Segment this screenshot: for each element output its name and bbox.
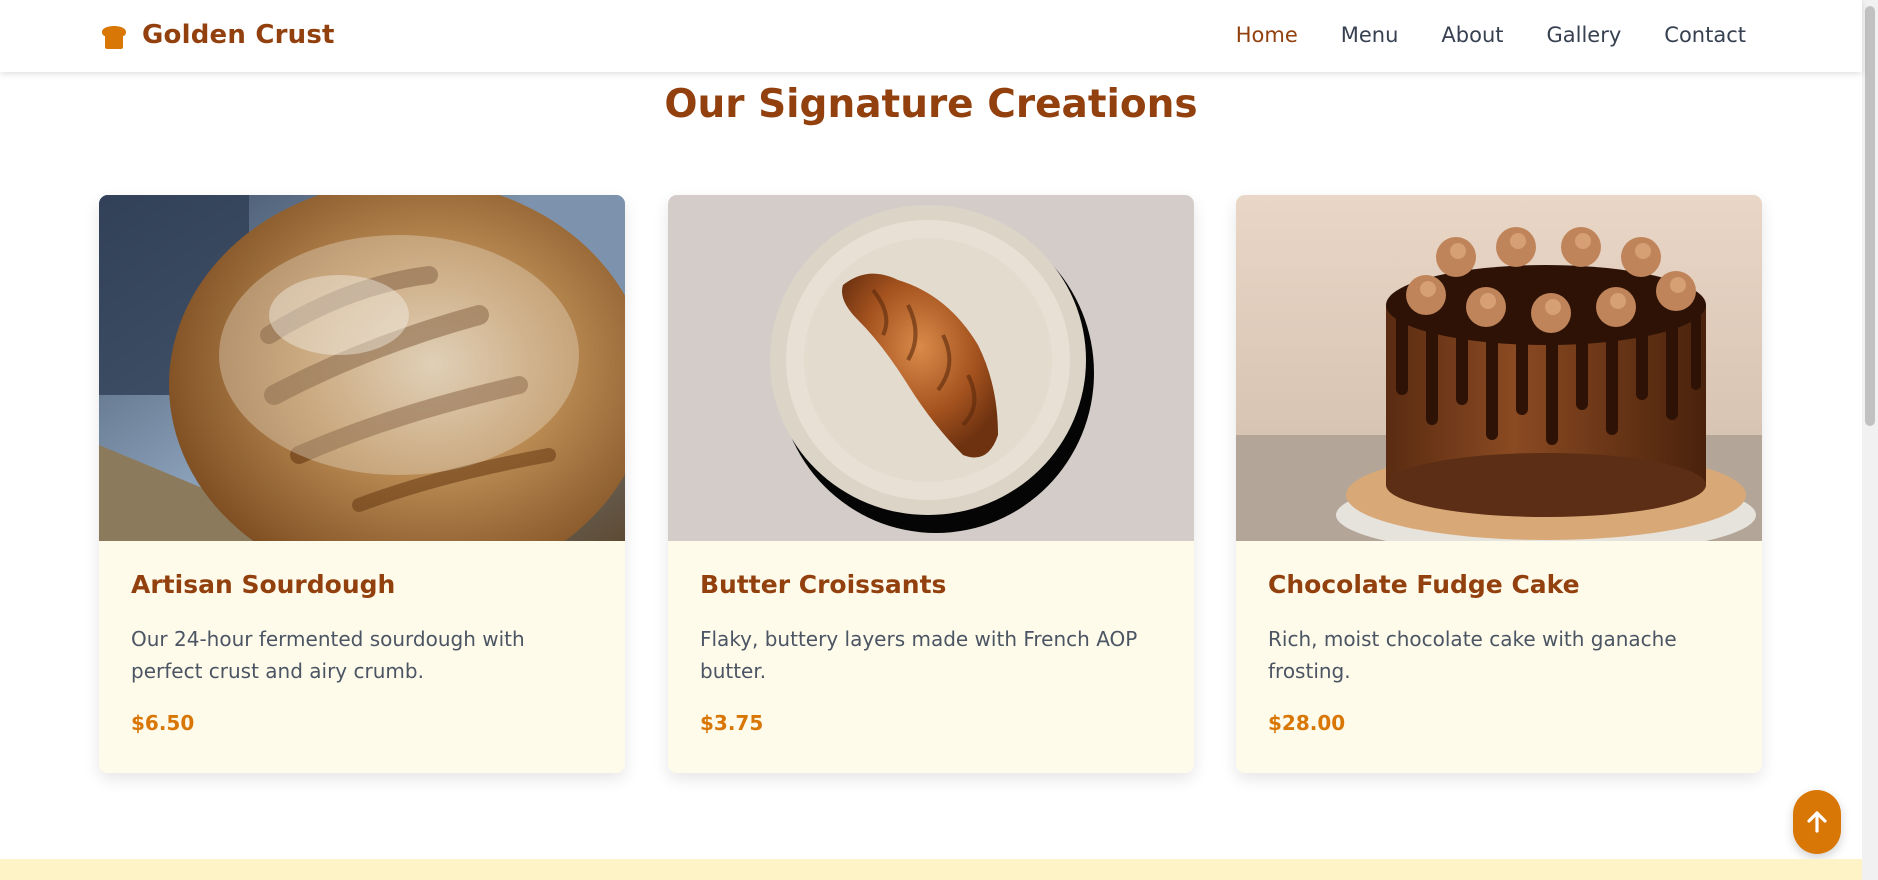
back-to-top-button[interactable] bbox=[1793, 790, 1841, 854]
product-description: Flaky, buttery layers made with French A… bbox=[700, 627, 1138, 683]
nav-menu[interactable]: Menu bbox=[1341, 20, 1399, 50]
product-card[interactable]: Chocolate Fudge Cake Rich, moist chocola… bbox=[1236, 195, 1762, 773]
product-price: $28.00 bbox=[1268, 711, 1346, 735]
product-card[interactable]: Artisan Sourdough Our 24-hour fermented … bbox=[99, 195, 625, 773]
croissant-on-plate-image bbox=[668, 195, 1194, 541]
nav-about[interactable]: About bbox=[1441, 20, 1503, 50]
product-price: $3.75 bbox=[700, 711, 764, 735]
scrollbar-thumb[interactable] bbox=[1865, 6, 1875, 426]
brand-name: Golden Crust bbox=[142, 20, 335, 50]
page-viewport: Golden Crust Home Menu About Gallery Con… bbox=[0, 0, 1878, 880]
site-header: Golden Crust Home Menu About Gallery Con… bbox=[0, 0, 1862, 72]
product-card[interactable]: Butter Croissants Flaky, buttery layers … bbox=[668, 195, 1194, 773]
product-description: Our 24-hour fermented sourdough with per… bbox=[131, 627, 525, 683]
section-title: Our Signature Creations bbox=[664, 82, 1198, 127]
product-description: Rich, moist chocolate cake with ganache … bbox=[1268, 627, 1677, 683]
sourdough-loaf-image bbox=[99, 195, 625, 541]
page-scrollbar[interactable] bbox=[1862, 0, 1878, 880]
arrow-up-icon bbox=[1807, 811, 1827, 833]
product-price: $6.50 bbox=[131, 711, 195, 735]
nav-gallery[interactable]: Gallery bbox=[1547, 20, 1622, 50]
nav-contact[interactable]: Contact bbox=[1664, 20, 1746, 50]
product-name: Chocolate Fudge Cake bbox=[1268, 570, 1580, 599]
chocolate-drip-cake-image bbox=[1236, 195, 1762, 541]
nav-home[interactable]: Home bbox=[1236, 20, 1298, 50]
product-name: Artisan Sourdough bbox=[131, 570, 396, 599]
bread-icon bbox=[102, 26, 126, 49]
main-nav: Home Menu About Gallery Contact bbox=[1236, 20, 1746, 50]
footer-top-strip bbox=[0, 859, 1862, 880]
product-name: Butter Croissants bbox=[700, 570, 947, 599]
brand-logo-link[interactable]: Golden Crust bbox=[98, 18, 335, 52]
